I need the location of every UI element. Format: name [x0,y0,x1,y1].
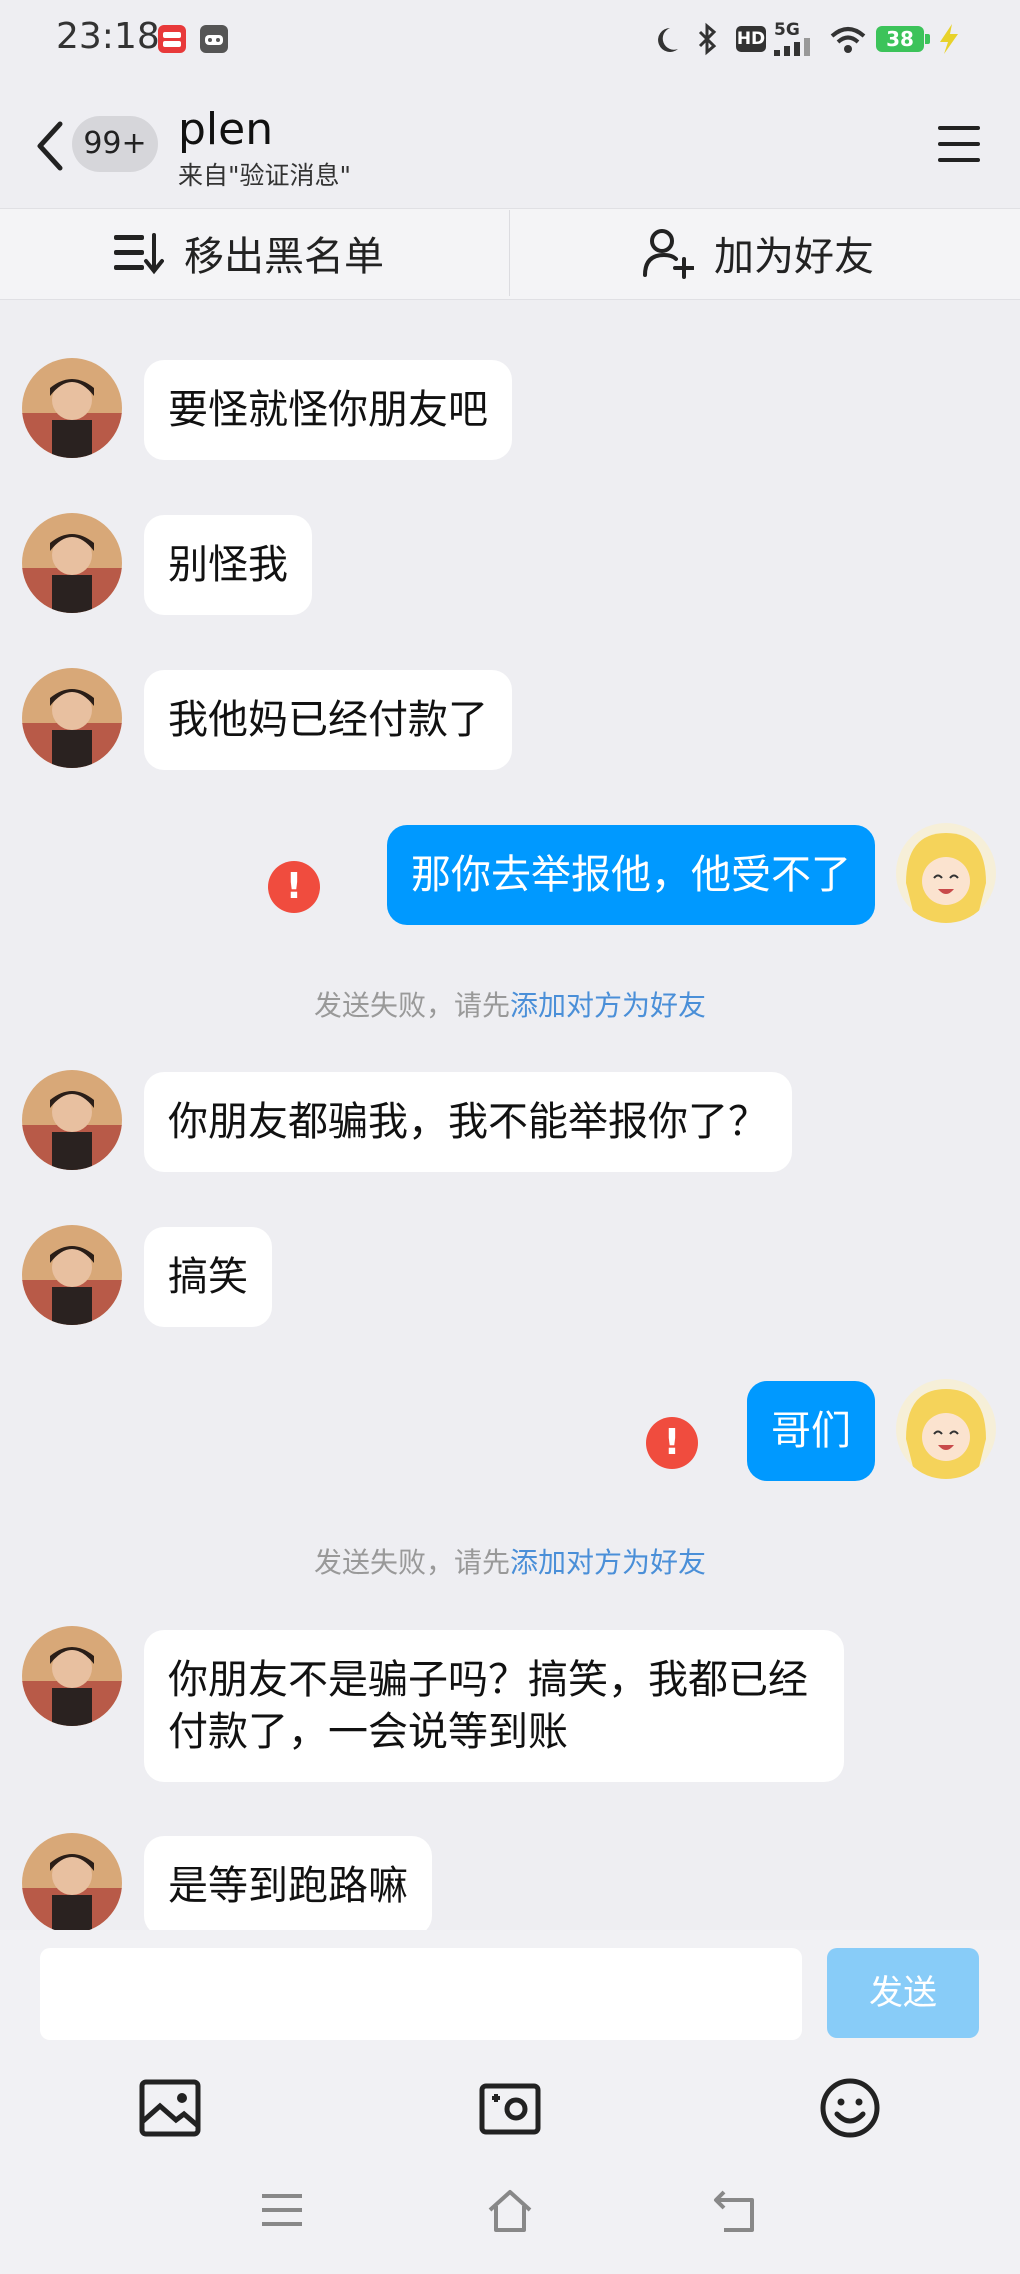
charging-icon [940,24,958,54]
my-avatar[interactable] [896,1379,996,1479]
send-failed-notice: 发送失败，请先添加对方为好友 [313,989,707,1022]
contact-source: 来自"验证消息" [178,161,351,190]
unread-badge[interactable]: 99+ [72,116,158,172]
network-type: 5G [774,20,800,40]
clock: 23:18 [56,16,160,57]
back-nav-icon[interactable] [712,2186,760,2234]
message-bubble[interactable]: 要怪就怪你朋友吧 [144,360,512,460]
hd-icon: HD [736,26,766,52]
app-notification-icon [158,25,186,53]
moon-icon [658,28,678,52]
my-message-bubble[interactable]: 那你去举报他，他受不了 [387,825,875,925]
signal-icon [774,38,810,56]
add-friend-link[interactable]: 添加对方为好友 [510,1546,706,1579]
menu-icon[interactable] [938,124,980,164]
add-friend-label: 加为好友 [714,234,874,280]
image-icon[interactable] [138,2076,202,2140]
status-bar: 23:18 HD 5G 38 [0,0,1020,80]
action-divider [509,210,510,296]
message-bubble[interactable]: 你朋友都骗我，我不能举报你了？ [144,1072,792,1172]
home-icon[interactable] [486,2186,534,2234]
add-friend-link[interactable]: 添加对方为好友 [510,989,706,1022]
message-bubble[interactable]: 你朋友不是骗子吗？搞笑，我都已经付款了，一会说等到账 [144,1630,844,1782]
message-list[interactable]: 要怪就怪你朋友吧 别怪我 我他妈已经付款了 ! 那你去举报他，他受不了 发送失败… [0,298,1020,1930]
add-friend-button[interactable]: 加为好友 [642,210,874,296]
contact-avatar[interactable] [22,668,122,768]
contact-avatar[interactable] [22,1225,122,1325]
message-bubble[interactable]: 搞笑 [144,1227,272,1327]
remove-blacklist-label: 移出黑名单 [184,234,384,280]
send-button[interactable]: 发送 [827,1948,979,2038]
remove-blacklist-button[interactable]: 移出黑名单 [112,210,384,296]
message-input[interactable] [40,1948,802,2040]
send-failed-icon[interactable]: ! [268,861,320,913]
my-message-bubble[interactable]: 哥们 [747,1381,875,1481]
contact-name[interactable]: plen [178,104,273,155]
camera-icon[interactable] [478,2076,542,2140]
battery-tip [925,34,930,44]
contact-avatar[interactable] [22,513,122,613]
contact-avatar[interactable] [22,1626,122,1726]
contact-avatar[interactable] [22,1070,122,1170]
message-bubble[interactable]: 我他妈已经付款了 [144,670,512,770]
message-bubble[interactable]: 别怪我 [144,515,312,615]
contact-avatar[interactable] [22,358,122,458]
send-failed-notice: 发送失败，请先添加对方为好友 [313,1546,707,1579]
send-failed-icon[interactable]: ! [646,1417,698,1469]
my-avatar[interactable] [896,823,996,923]
bluetooth-icon [698,22,717,56]
battery-icon: 38 [876,26,924,52]
list-sort-icon [114,233,164,275]
contact-avatar[interactable] [22,1833,122,1930]
emoji-icon[interactable] [818,2076,882,2140]
game-notification-icon [200,25,228,53]
message-bubble[interactable]: 是等到跑路嘛 [144,1836,432,1930]
add-user-icon [643,229,694,279]
recent-apps-icon[interactable] [258,2186,306,2234]
wifi-icon [830,27,866,53]
